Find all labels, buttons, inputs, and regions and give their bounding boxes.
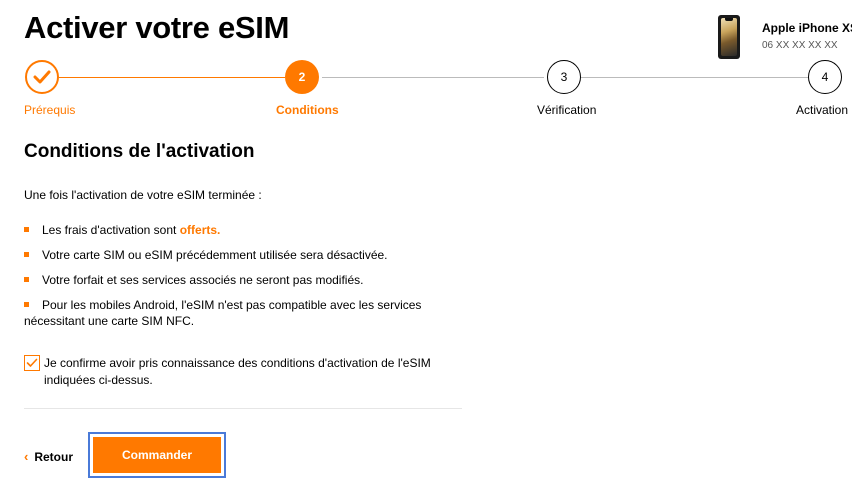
divider	[24, 408, 462, 409]
step-3-marker: 3	[547, 60, 581, 94]
progress-stepper: 2 3 4 Prérequis Conditions Vérification …	[0, 60, 852, 120]
intro-text: Une fois l'activation de votre eSIM term…	[24, 188, 262, 202]
condition-text: Les frais d'activation sont	[42, 223, 180, 237]
list-item: Les frais d'activation sont offerts.	[24, 222, 474, 238]
list-item: Votre carte SIM ou eSIM précédemment uti…	[24, 247, 474, 263]
bullet-icon	[24, 252, 29, 258]
bullet-icon	[24, 277, 29, 283]
device-summary: Apple iPhone XS 06 XX XX XX XX	[718, 15, 852, 59]
list-item: Votre forfait et ses services associés n…	[24, 272, 474, 288]
bullet-icon	[24, 302, 29, 308]
check-icon	[26, 358, 38, 367]
confirm-label[interactable]: Je confirme avoir pris connaissance des …	[44, 355, 469, 389]
device-number: 06 XX XX XX XX	[762, 40, 838, 51]
step-connector	[322, 77, 544, 78]
device-name: Apple iPhone XS	[762, 21, 852, 35]
step-label-conditions: Conditions	[276, 103, 339, 117]
step-label-activation: Activation	[796, 103, 849, 117]
confirm-checkbox[interactable]	[24, 355, 40, 371]
back-link[interactable]: ‹ Retour	[24, 450, 73, 464]
bullet-icon	[24, 227, 29, 233]
condition-text: Pour les mobiles Android, l'eSIM n'est p…	[24, 298, 422, 328]
condition-highlight: offerts.	[179, 223, 221, 237]
order-button[interactable]: Commander	[93, 437, 221, 473]
section-title: Conditions de l'activation	[24, 141, 255, 162]
step-label-verification: Vérification	[537, 103, 597, 117]
chevron-left-icon: ‹	[24, 449, 29, 464]
back-label: Retour	[34, 450, 74, 464]
phone-image	[718, 15, 740, 59]
step-label-prerequis: Prérequis	[24, 103, 76, 117]
step-2-marker: 2	[285, 60, 319, 94]
step-connector	[59, 77, 285, 78]
conditions-list: Les frais d'activation sont offerts. Vot…	[24, 222, 474, 338]
condition-text: Votre carte SIM ou eSIM précédemment uti…	[42, 248, 388, 262]
step-connector	[581, 77, 808, 78]
condition-text: Votre forfait et ses services associés n…	[42, 273, 364, 287]
step-4-marker: 4	[808, 60, 842, 94]
step-1-check-icon	[25, 60, 59, 94]
page-title: Activer votre eSIM	[24, 10, 290, 45]
list-item: Pour les mobiles Android, l'eSIM n'est p…	[24, 297, 474, 329]
